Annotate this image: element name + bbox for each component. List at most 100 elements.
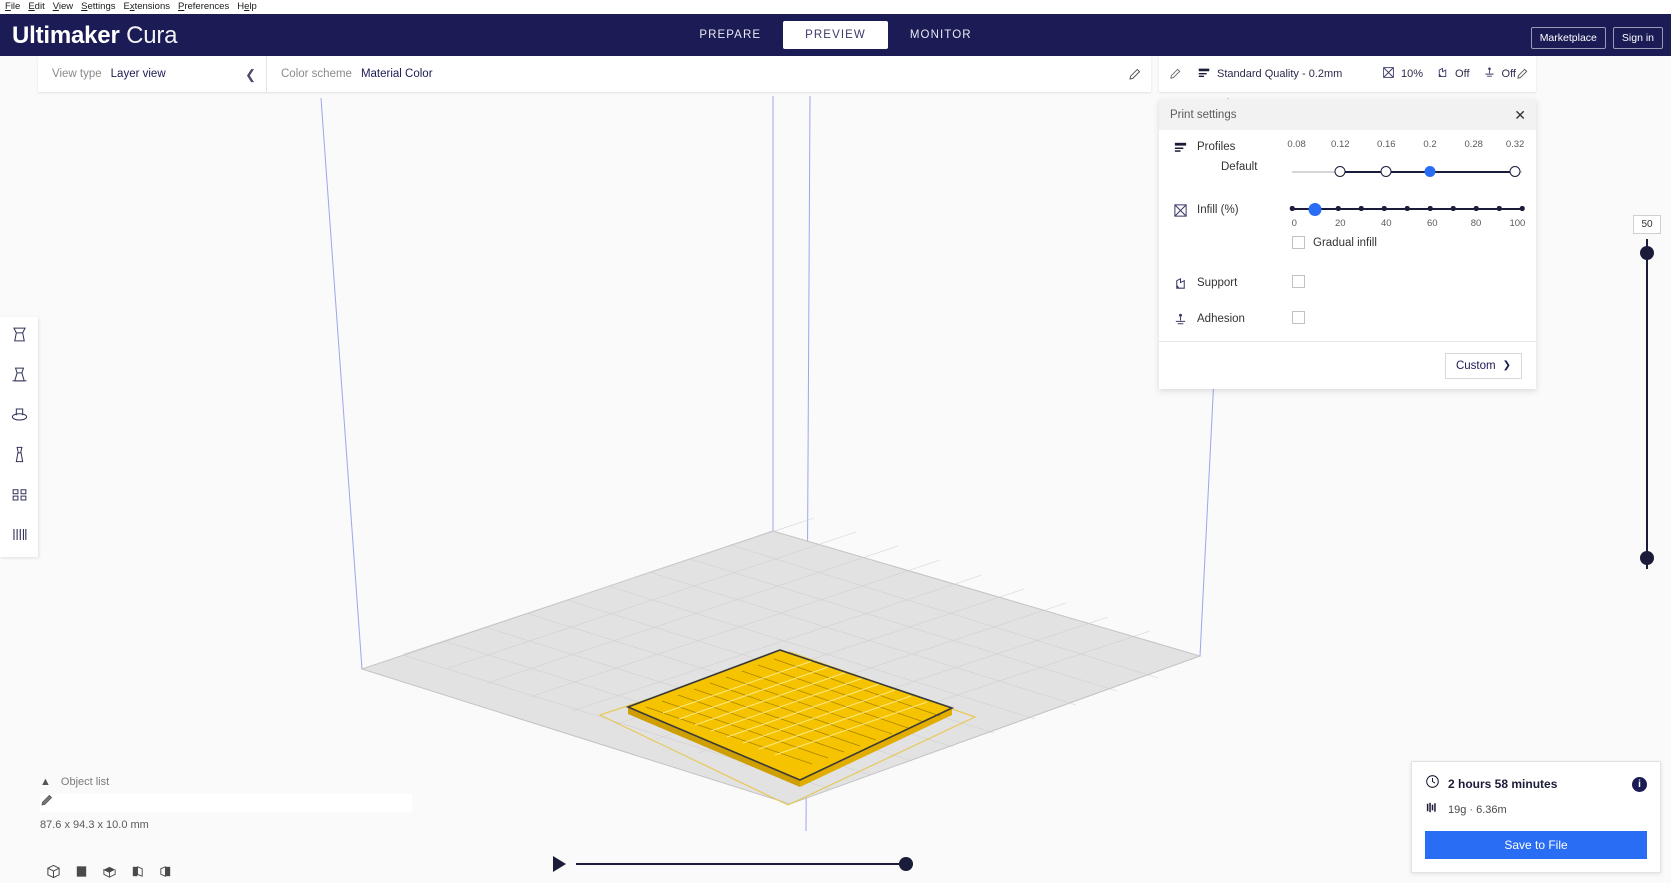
print-settings-strip[interactable]: Standard Quality - 0.2mm 10% Off Off — [1159, 56, 1536, 92]
left-toolbar — [0, 317, 38, 557]
profiles-slider[interactable]: 0.08 0.12 0.16 0.2 0.28 0.32 — [1287, 139, 1524, 155]
view-front-icon[interactable] — [74, 864, 89, 879]
play-icon[interactable] — [553, 856, 566, 872]
clock-icon — [1425, 774, 1440, 794]
chevron-right-icon: ❯ — [1502, 360, 1511, 371]
scale-tool[interactable] — [0, 357, 38, 397]
per-model-settings-tool[interactable] — [0, 477, 38, 517]
save-to-file-button[interactable]: Save to File — [1425, 831, 1647, 859]
menu-item-extensions[interactable]: Extensions — [124, 0, 170, 14]
material-value: 19g · 6.36m — [1448, 804, 1507, 816]
object-list-header[interactable]: ▲ Object list — [40, 776, 420, 788]
profiles-knob-012[interactable] — [1334, 166, 1346, 177]
profiles-default-row: Default — [1159, 159, 1536, 180]
layer-slider-lower-handle[interactable] — [1640, 551, 1654, 565]
object-list-row-value — [61, 796, 412, 810]
object-list-row[interactable] — [40, 794, 412, 812]
pencil-icon[interactable] — [1128, 68, 1141, 81]
support-checkbox[interactable] — [1292, 275, 1305, 288]
profiles-knob-032[interactable] — [1509, 166, 1521, 177]
infill-tick-0: 0 — [1291, 218, 1297, 229]
infill-track[interactable] — [1289, 202, 1525, 216]
mirror-tool[interactable] — [0, 437, 38, 477]
scrubber-handle[interactable] — [899, 857, 913, 871]
menu-item-edit[interactable]: Edit — [28, 0, 44, 14]
custom-button-label: Custom — [1455, 359, 1496, 372]
tab-preview[interactable]: PREVIEW — [783, 21, 888, 49]
print-time-row: 2 hours 58 minutes i — [1425, 774, 1647, 794]
print-time-value: 2 hours 58 minutes — [1448, 777, 1558, 791]
color-scheme-panel[interactable]: Color scheme Material Color — [266, 56, 1151, 92]
close-icon[interactable]: ✕ — [1514, 108, 1526, 122]
menu-item-help[interactable]: Help — [237, 0, 257, 14]
view-type-panel[interactable]: View type Layer view ❮ — [38, 56, 266, 92]
view-right-icon[interactable] — [158, 864, 173, 879]
gradual-infill-checkbox[interactable] — [1292, 236, 1305, 249]
adhesion-checkbox[interactable] — [1292, 311, 1305, 324]
custom-button[interactable]: Custom ❯ — [1444, 352, 1522, 379]
profiles-track-wrap[interactable] — [1292, 159, 1522, 180]
menu-item-preferences[interactable]: Preferences — [178, 0, 229, 14]
profile-tick-2: 0.16 — [1377, 139, 1396, 150]
menu-bar: FFileile Edit View Settings Extensions P… — [0, 0, 1671, 14]
profiles-track[interactable] — [1292, 164, 1522, 180]
support-blocker-tool[interactable] — [0, 517, 38, 557]
infill-tick-100: 100 — [1509, 218, 1526, 229]
layer-slider-upper-handle[interactable] — [1640, 246, 1654, 260]
support-label: Support — [1197, 277, 1238, 289]
adhesion-icon — [1173, 312, 1190, 329]
move-tool[interactable] — [0, 317, 38, 357]
profiles-tick-labels: 0.08 0.12 0.16 0.2 0.28 0.32 — [1287, 139, 1524, 155]
infill-handle[interactable] — [1308, 202, 1322, 216]
sign-in-button[interactable]: Sign in — [1612, 27, 1663, 49]
profile-icon — [1173, 140, 1190, 157]
info-icon[interactable]: i — [1632, 776, 1647, 792]
profiles-knob-016[interactable] — [1380, 166, 1392, 177]
infill-dot-50 — [1404, 206, 1410, 211]
pencil-icon[interactable] — [40, 794, 53, 812]
layer-slider[interactable]: 50 — [1633, 215, 1661, 580]
mirror-icon — [10, 445, 29, 469]
strip-adhesion[interactable]: Off — [1483, 66, 1516, 82]
pencil-icon[interactable] — [1516, 68, 1528, 80]
view-left-icon[interactable] — [130, 864, 145, 879]
pencil-icon[interactable] — [1169, 68, 1181, 80]
print-info-card: 2 hours 58 minutes i 19g · 6.36m Save to… — [1411, 761, 1661, 873]
scrubber-track[interactable] — [576, 857, 913, 871]
infill-tick-labels: 0 20 40 60 80 100 — [1291, 218, 1526, 233]
infill-slider[interactable]: 0 20 40 60 80 100 — [1289, 202, 1526, 233]
stage-tabs: PREPARE PREVIEW MONITOR — [0, 19, 1671, 51]
tab-prepare[interactable]: PREPARE — [677, 21, 783, 49]
layer-slider-track[interactable] — [1646, 239, 1648, 569]
print-settings-title: Print settings — [1170, 108, 1237, 121]
strip-support-value: Off — [1455, 68, 1470, 80]
support-row: Support — [1159, 275, 1536, 293]
profiles-knob-02-selected[interactable] — [1424, 166, 1436, 177]
strip-profile[interactable]: Standard Quality - 0.2mm — [1197, 66, 1382, 83]
view-type-group: View type Layer view — [52, 68, 166, 80]
view-3d-icon[interactable] — [46, 864, 61, 879]
adhesion-icon — [1483, 66, 1496, 82]
strip-support[interactable]: Off — [1436, 66, 1470, 82]
tab-monitor[interactable]: MONITOR — [888, 21, 994, 49]
strip-infill[interactable]: 10% — [1382, 66, 1423, 82]
scrubber-line — [576, 863, 913, 866]
menu-item-settings[interactable]: Settings — [81, 0, 115, 14]
chevron-left-icon[interactable]: ❮ — [245, 68, 256, 81]
view-top-icon[interactable] — [102, 864, 117, 879]
menu-item-view[interactable]: View — [53, 0, 73, 14]
gradual-infill-label: Gradual infill — [1313, 236, 1377, 249]
chevron-up-icon[interactable]: ▲ — [40, 776, 51, 788]
strip-adhesion-value: Off — [1501, 68, 1516, 80]
menu-item-file[interactable]: FFileile — [5, 0, 20, 14]
layer-value-box[interactable]: 50 — [1633, 215, 1661, 234]
profile-tick-0: 0.08 — [1287, 139, 1306, 150]
marketplace-button[interactable]: Marketplace — [1530, 27, 1606, 49]
adhesion-label: Adhesion — [1197, 313, 1245, 325]
infill-dot-70 — [1450, 206, 1456, 211]
rotate-tool[interactable] — [0, 397, 38, 437]
support-blocker-icon — [10, 525, 29, 549]
infill-dot-100 — [1519, 206, 1525, 211]
